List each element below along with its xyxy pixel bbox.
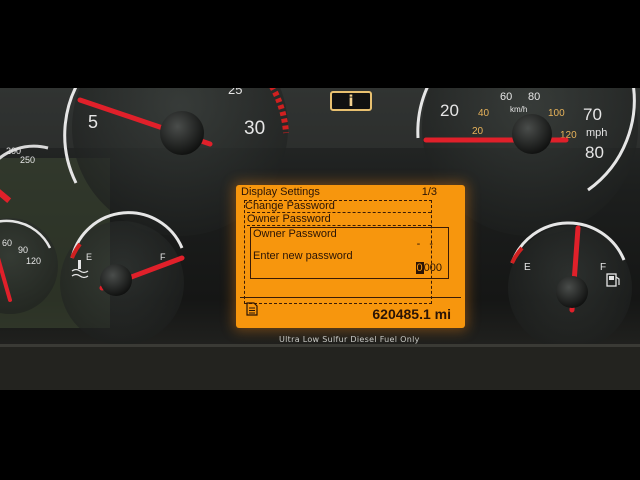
menu-item-owner-password[interactable]: Owner Password bbox=[247, 212, 431, 226]
left-gauge-label-200: 200 bbox=[6, 146, 21, 156]
speed-hub bbox=[512, 114, 552, 154]
password-entry-field[interactable]: 0 000 bbox=[415, 262, 442, 274]
document-icon bbox=[246, 302, 258, 316]
tach-hub bbox=[160, 111, 204, 155]
speed-label-20kmh: 20 bbox=[472, 126, 484, 137]
display-title: Display Settings bbox=[241, 186, 320, 198]
display-divider bbox=[240, 297, 461, 298]
left-gauge-label-250: 250 bbox=[20, 155, 35, 165]
temp-label-f: F bbox=[160, 252, 166, 262]
letterbox-top bbox=[0, 0, 640, 88]
password-digits-rest[interactable]: 000 bbox=[424, 262, 442, 274]
speed-unit-kmh: km/h bbox=[510, 105, 527, 114]
speed-label-60kmh: 60 bbox=[500, 91, 512, 103]
menu-item-change-password[interactable]: Change Password bbox=[245, 200, 335, 212]
fuel-label-e: E bbox=[524, 262, 531, 273]
speed-label-80kmh: 80 bbox=[528, 91, 540, 103]
display-page-indicator: 1/3 bbox=[421, 186, 437, 198]
oil-label-90: 90 bbox=[18, 245, 28, 255]
speed-label-20mph: 20 bbox=[440, 101, 459, 120]
speed-label-80mph: 80 bbox=[585, 143, 604, 162]
speed-label-70mph: 70 bbox=[583, 105, 602, 124]
lower-bezel bbox=[0, 346, 640, 390]
temp-label-e: E bbox=[86, 252, 92, 262]
tach-label-25: 25 bbox=[228, 88, 242, 97]
fuel-gauge: E F bbox=[508, 221, 632, 350]
speed-label-100kmh: 100 bbox=[548, 108, 565, 119]
fuel-hub bbox=[556, 276, 588, 308]
info-icon-glyph: i bbox=[348, 92, 354, 110]
speed-unit-mph: mph bbox=[586, 127, 607, 139]
fuel-notice-label: Ultra Low Sulfur Diesel Fuel Only bbox=[279, 335, 420, 344]
tach-label-5: 5 bbox=[88, 112, 98, 132]
dialog-current-value: - - bbox=[416, 238, 436, 250]
tach-label-30: 30 bbox=[244, 118, 265, 139]
oil-label-60: 60 bbox=[2, 238, 12, 248]
temp-hub bbox=[100, 264, 132, 296]
info-icon: i bbox=[330, 91, 372, 111]
owner-password-dialog: Owner Password - - Enter new password 0 … bbox=[250, 227, 449, 279]
speed-label-40kmh: 40 bbox=[478, 108, 490, 119]
instrument-cluster: 250 200 5 25 30 20 70 80 60 80 40 20 100… bbox=[0, 88, 640, 390]
driver-info-display: Display Settings 1/3 Change Password Own… bbox=[236, 185, 465, 328]
oil-label-120: 120 bbox=[26, 256, 41, 266]
letterbox-bottom bbox=[0, 390, 640, 480]
fuel-label-f: F bbox=[600, 262, 606, 273]
password-prompt: Enter new password bbox=[253, 250, 353, 262]
bezel-edge bbox=[0, 344, 640, 347]
odometer-reading: 620485.1 mi bbox=[372, 306, 451, 322]
dialog-title: Owner Password bbox=[253, 228, 337, 240]
password-digit-cursor[interactable]: 0 bbox=[415, 262, 424, 274]
